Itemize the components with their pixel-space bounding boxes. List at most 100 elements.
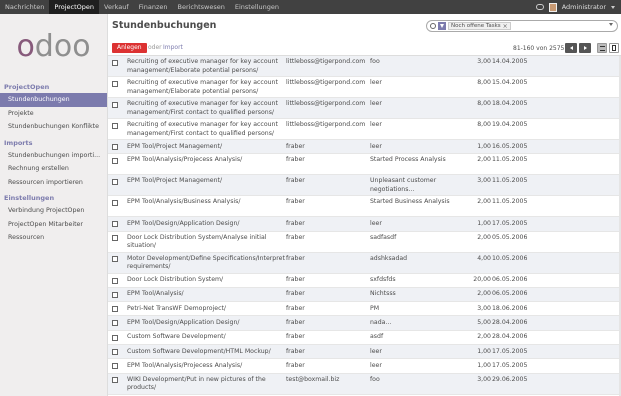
sidebar-item[interactable]: Projekte: [0, 107, 107, 121]
table-row[interactable]: EPM Tool/Analysis/Projecess Analysis/fra…: [108, 359, 621, 374]
sidebar-item[interactable]: Ressourcen: [0, 231, 107, 245]
pager-next-button[interactable]: [579, 43, 591, 53]
table-row[interactable]: EPM Tool/Design/Application Design/frabe…: [108, 316, 621, 331]
import-link[interactable]: Import: [163, 44, 183, 51]
table-row[interactable]: Petri-Net TransWF Demoproject/fraber PM 3,…: [108, 302, 621, 317]
table-row[interactable]: Door Lock Distribution System/Analyse in…: [108, 232, 621, 253]
search-input[interactable]: Noch offene Tasks ×: [426, 20, 618, 32]
user-cell: fraber: [286, 219, 305, 227]
user-cell: fraber: [286, 318, 305, 326]
odoo-logo[interactable]: odoo: [0, 14, 107, 78]
task-cell: EPM Tool/Project Management/: [127, 177, 223, 185]
chevron-down-icon[interactable]: [609, 23, 613, 26]
description-cell: Nichtsss: [370, 290, 396, 298]
timesheet-list: Recruiting of executive manager for key …: [108, 56, 621, 395]
row-checkbox[interactable]: [112, 101, 118, 108]
date-cell: 16.05.2005: [492, 142, 528, 150]
search-facet[interactable]: Noch offene Tasks ×: [448, 22, 511, 30]
chevron-down-icon[interactable]: [611, 5, 615, 9]
form-view-button[interactable]: [609, 43, 619, 53]
task-cell: Door Lock Distribution System/Analyse in…: [127, 233, 267, 250]
chat-icon[interactable]: [535, 4, 544, 10]
table-row[interactable]: EPM Tool/Project Management/fraber Unplea…: [108, 175, 621, 197]
task-cell: Door Lock Distribution System/: [127, 276, 224, 284]
user-cell: littleboss@tigerpond.com: [286, 79, 366, 86]
row-checkbox[interactable]: [112, 178, 118, 185]
sidebar-item[interactable]: Stundenbuchungen importi...: [0, 149, 107, 163]
pager-previous-button[interactable]: [565, 43, 577, 53]
table-row[interactable]: Door Lock Distribution System/fraber sxfd…: [108, 274, 621, 288]
description-cell: leer: [370, 219, 382, 227]
menu-item-projectopen[interactable]: ProjectOpen: [49, 0, 99, 14]
menu-item-nachrichten[interactable]: Nachrichten: [0, 0, 49, 14]
table-row[interactable]: Recruiting of executive manager for key …: [108, 77, 621, 98]
row-checkbox[interactable]: [112, 277, 118, 284]
row-checkbox[interactable]: [112, 334, 118, 341]
user-name[interactable]: Administrator: [562, 3, 606, 11]
user-cell: fraber: [286, 333, 305, 341]
row-checkbox[interactable]: [112, 122, 118, 129]
table-row[interactable]: Motor Development/Define Specifications/…: [108, 252, 621, 274]
description-cell: nada...: [370, 318, 392, 326]
sidebar-item[interactable]: Ressourcen importieren: [0, 176, 107, 190]
description-cell: leer: [370, 100, 382, 107]
date-cell: 29.06.2005: [492, 375, 528, 383]
row-checkbox[interactable]: [112, 320, 118, 327]
sidebar-item[interactable]: Verbindung ProjectOpen: [0, 204, 107, 218]
list-view-button[interactable]: [597, 43, 607, 53]
table-row[interactable]: EPM Tool/Design/Application Design/frabe…: [108, 217, 621, 232]
row-checkbox[interactable]: [112, 363, 118, 370]
row-checkbox[interactable]: [112, 199, 118, 206]
row-checkbox[interactable]: [112, 235, 118, 242]
date-cell: 18.06.2006: [492, 304, 528, 312]
close-icon[interactable]: ×: [503, 23, 508, 30]
table-row[interactable]: EPM Tool/Analysis/Projecess Analysis/fra…: [108, 154, 621, 176]
date-cell: 15.04.2005: [492, 79, 528, 86]
row-checkbox[interactable]: [112, 306, 118, 313]
description-cell: foo: [370, 375, 380, 383]
table-row[interactable]: WIKI Development/Put in new pictures of …: [108, 373, 621, 395]
row-checkbox[interactable]: [112, 349, 118, 356]
create-button[interactable]: Anlegen: [112, 43, 147, 53]
row-checkbox[interactable]: [112, 256, 118, 263]
row-checkbox[interactable]: [112, 80, 118, 87]
sidebar-menu: ProjectOpen Stundenbuchungen Projekte Stund…: [0, 78, 107, 245]
sidebar-item[interactable]: ProjectOpen Mitarbeiter: [0, 218, 107, 232]
arrow-right-icon: [583, 46, 587, 50]
user-cell: fraber: [286, 254, 305, 262]
pager-value[interactable]: 81-160 von 2575: [513, 45, 564, 52]
user-cell: fraber: [286, 156, 305, 164]
task-cell: Petri-Net TransWF Demoproject/: [127, 304, 227, 312]
row-checkbox[interactable]: [112, 144, 118, 150]
description-cell: leer: [370, 142, 382, 150]
row-checkbox[interactable]: [112, 221, 118, 228]
sidebar-item[interactable]: Stundenbuchungen Konflikte: [0, 120, 107, 134]
main-menu: Nachrichten ProjectOpen Verkauf Finanzen Ber…: [0, 0, 284, 14]
description-cell: Unpleasant customer negotiations...: [370, 177, 437, 193]
hours-cell: 2,00: [477, 233, 491, 241]
table-row[interactable]: EPM Tool/Project Management/fraber leer 1,…: [108, 140, 621, 155]
row-checkbox[interactable]: [112, 59, 118, 66]
table-row[interactable]: Custom Software Development/HTML Mockup/…: [108, 345, 621, 360]
table-row[interactable]: Recruiting of executive manager for key …: [108, 98, 621, 119]
sidebar-item[interactable]: Rechnung erstellen: [0, 162, 107, 176]
row-checkbox[interactable]: [112, 157, 118, 164]
menu-item-berichtswesen[interactable]: Berichtswesen: [172, 0, 229, 14]
hours-cell: 3,00: [477, 304, 491, 312]
menu-item-verkauf[interactable]: Verkauf: [99, 0, 134, 14]
table-row[interactable]: Recruiting of executive manager for key …: [108, 119, 621, 140]
task-cell: EPM Tool/Analysis/: [127, 290, 184, 298]
row-checkbox[interactable]: [112, 377, 118, 384]
user-cell: fraber: [286, 198, 305, 206]
menu-item-finanzen[interactable]: Finanzen: [134, 0, 173, 14]
table-row[interactable]: EPM Tool/Analysis/Business Analysis/frab…: [108, 196, 621, 218]
avatar[interactable]: [548, 2, 557, 12]
table-row[interactable]: Recruiting of executive manager for key …: [108, 56, 621, 77]
table-row[interactable]: EPM Tool/Analysis/fraber Nichtsss 2,00 06.0…: [108, 287, 621, 303]
date-cell: 06.05.2006: [492, 276, 528, 284]
user-area: Administrator: [535, 0, 615, 14]
menu-item-einstellungen[interactable]: Einstellungen: [230, 0, 284, 14]
row-checkbox[interactable]: [112, 291, 118, 298]
sidebar-item[interactable]: Stundenbuchungen: [0, 93, 107, 107]
table-row[interactable]: Custom Software Development/fraber asdf 2,…: [108, 331, 621, 346]
